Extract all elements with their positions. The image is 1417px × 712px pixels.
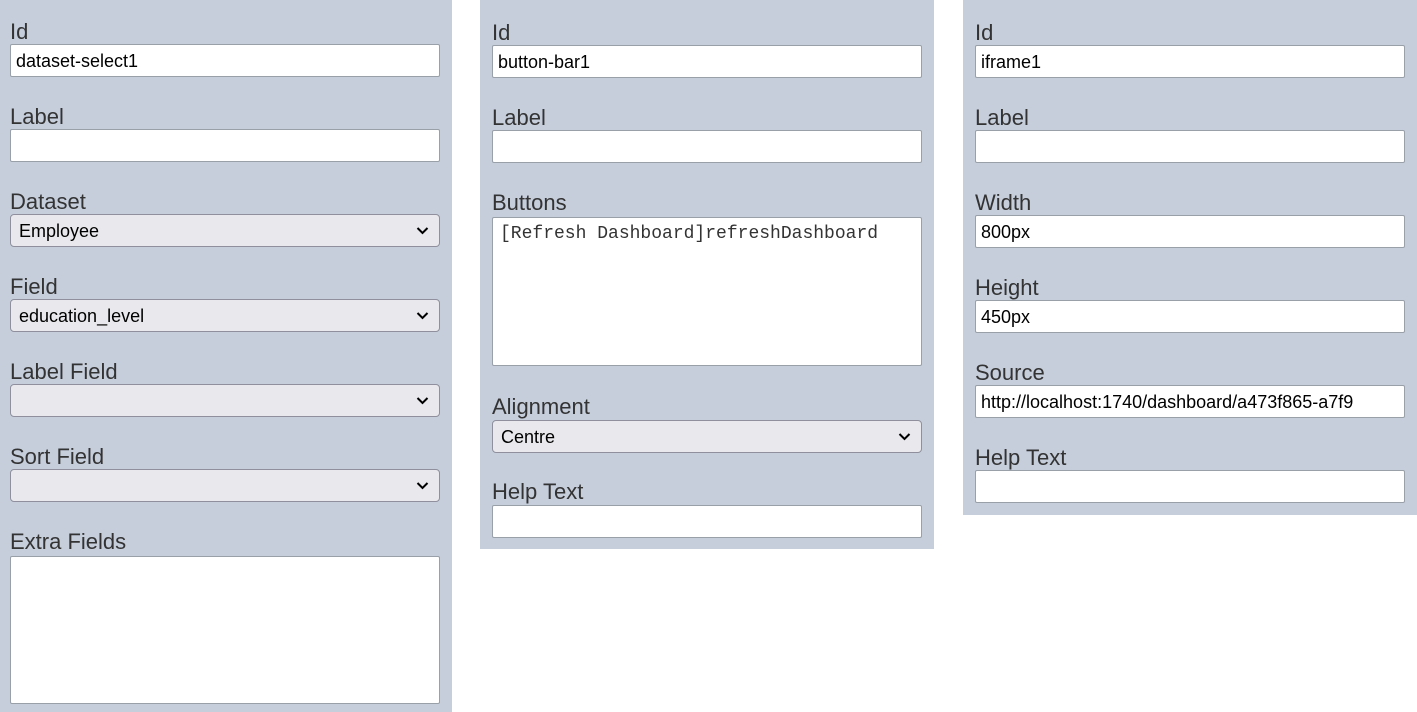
help-text-label: Help Text [492, 479, 584, 504]
dataset-select-value: Employee [19, 221, 100, 241]
source-label: Source [975, 360, 1045, 385]
help-text-input[interactable] [975, 470, 1405, 503]
width-input[interactable]: 800px [975, 215, 1405, 248]
label-label: Label [10, 104, 64, 129]
chevron-down-icon [416, 482, 429, 490]
field-label: Field [10, 274, 58, 299]
label-label: Label [975, 105, 1029, 130]
label-field-label: Label Field [10, 359, 118, 384]
id-input[interactable]: dataset-select1 [10, 44, 440, 77]
chevron-down-icon [898, 433, 911, 441]
field-select[interactable]: education_level [10, 299, 440, 332]
buttons-textarea[interactable]: [Refresh Dashboard]refreshDashboard [492, 217, 922, 366]
alignment-select-value: Centre [501, 427, 556, 447]
dataset-select[interactable]: Employee [10, 214, 440, 247]
buttons-label: Buttons [492, 190, 567, 215]
help-text-label: Help Text [975, 445, 1067, 470]
width-label: Width [975, 190, 1032, 215]
id-input[interactable]: button-bar1 [492, 45, 922, 78]
field-select-value: education_level [19, 306, 145, 326]
properties-panel-dataset-select: Id dataset-select1 Label Dataset Employe… [0, 0, 452, 712]
height-label: Height [975, 275, 1039, 300]
id-label: Id [492, 20, 511, 45]
dataset-label: Dataset [10, 189, 86, 214]
label-input[interactable] [975, 130, 1405, 163]
extra-fields-textarea[interactable] [10, 556, 440, 704]
sort-field-label: Sort Field [10, 444, 105, 469]
extra-fields-label: Extra Fields [10, 529, 127, 554]
label-field-select[interactable] [10, 384, 440, 417]
id-input[interactable]: iframe1 [975, 45, 1405, 78]
label-input[interactable] [492, 130, 922, 163]
sort-field-select[interactable] [10, 469, 440, 502]
source-input[interactable]: http://localhost:1740/dashboard/a473f865… [975, 385, 1405, 418]
label-label: Label [492, 105, 546, 130]
id-label: Id [975, 20, 994, 45]
chevron-down-icon [416, 227, 429, 235]
label-input[interactable] [10, 129, 440, 162]
id-label: Id [10, 19, 29, 44]
chevron-down-icon [416, 397, 429, 405]
chevron-down-icon [416, 312, 429, 320]
help-text-input[interactable] [492, 505, 922, 538]
properties-panel-iframe: Id iframe1 Label Width 800px Height 450p… [963, 0, 1417, 515]
height-input[interactable]: 450px [975, 300, 1405, 333]
properties-panel-button-bar: Id button-bar1 Label Buttons [Refresh Da… [480, 0, 934, 549]
alignment-label: Alignment [492, 394, 590, 419]
alignment-select[interactable]: Centre [492, 420, 922, 453]
